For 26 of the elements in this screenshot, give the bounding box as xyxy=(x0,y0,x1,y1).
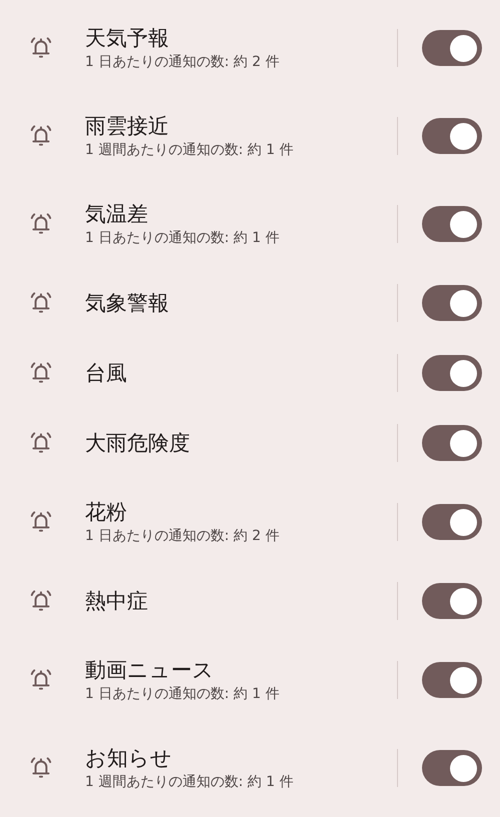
item-subtitle: 1 日あたりの通知の数: 約 1 件 xyxy=(85,229,280,248)
item-subtitle: 1 日あたりの通知の数: 約 2 件 xyxy=(85,527,280,546)
toggle-switch[interactable] xyxy=(422,504,482,540)
toggle-switch[interactable] xyxy=(422,583,482,619)
item-subtitle: 1 日あたりの通知の数: 約 2 件 xyxy=(85,53,280,72)
item-title: 気象警報 xyxy=(85,290,170,317)
toggle-switch[interactable] xyxy=(422,30,482,66)
item-subtitle: 1 週間あたりの通知の数: 約 1 件 xyxy=(85,773,294,792)
toggle-switch[interactable] xyxy=(422,750,482,786)
item-title: 雨雲接近 xyxy=(85,113,170,140)
item-title: 天気予報 xyxy=(85,25,170,52)
toggle-switch[interactable] xyxy=(422,118,482,154)
item-title: 花粉 xyxy=(85,499,128,526)
toggle-switch[interactable] xyxy=(422,285,482,321)
item-title: お知らせ xyxy=(85,745,173,772)
item-title: 熱中症 xyxy=(85,588,149,615)
toggle-switch[interactable] xyxy=(422,206,482,242)
item-subtitle: 1 日あたりの通知の数: 約 1 件 xyxy=(85,685,280,704)
toggle-switch[interactable] xyxy=(422,425,482,461)
item-title: 気温差 xyxy=(85,201,149,228)
toggle-switch[interactable] xyxy=(422,355,482,391)
item-title: 大雨危険度 xyxy=(85,430,191,457)
item-title: 動画ニュース xyxy=(85,657,215,684)
item-title: 台風 xyxy=(85,360,128,387)
item-subtitle: 1 週間あたりの通知の数: 約 1 件 xyxy=(85,141,294,160)
toggle-switch[interactable] xyxy=(422,662,482,698)
